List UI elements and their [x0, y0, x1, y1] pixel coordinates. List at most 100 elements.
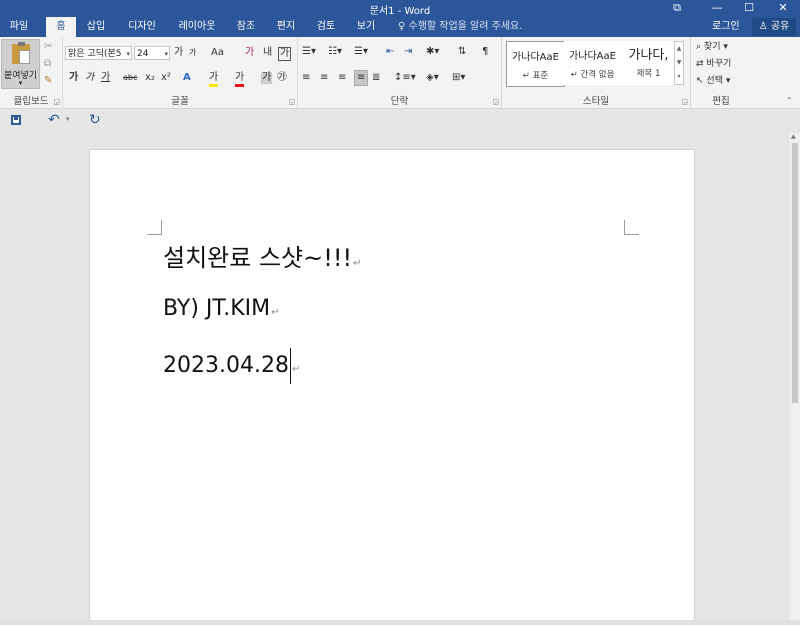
share-button[interactable]: ♙ 공유 [752, 18, 796, 36]
sign-in-link[interactable]: 로그인 [712, 17, 740, 37]
bullets-icon[interactable]: ☰▾ [302, 46, 316, 58]
styles-scroll[interactable]: ▲ ▼ ▾ [674, 41, 684, 85]
find-button[interactable]: ⌕ 찾기 ▾ [696, 41, 728, 53]
collapse-ribbon-icon[interactable]: ⌃ [786, 96, 793, 105]
document-line-2[interactable]: BY) JT.KIM↵ [163, 296, 280, 321]
align-right-icon[interactable]: ≡ [338, 72, 346, 84]
line-spacing-icon[interactable]: ↕≡▾ [394, 72, 416, 84]
font-size-value: 24 [137, 49, 149, 59]
tab-insert[interactable]: 삽입 [80, 17, 112, 37]
enclose-characters-icon[interactable]: ㉮ [277, 72, 287, 84]
style-name: ↵ 표준 [522, 71, 549, 81]
paragraph-mark: ↵ [353, 258, 362, 269]
tab-layout[interactable]: 레이아웃 [170, 17, 224, 37]
align-center-icon[interactable]: ≡ [320, 72, 328, 84]
editing-label: 편집 [712, 96, 730, 107]
replace-icon: ⇄ [696, 59, 704, 69]
dialog-launcher-icon[interactable]: ◲ [681, 98, 688, 106]
dialog-launcher-icon[interactable]: ◲ [492, 98, 499, 106]
style-heading-1[interactable]: 가나다, 제목 1 [620, 41, 677, 85]
style-name: ↵ 간격 없음 [570, 70, 615, 80]
tab-view[interactable]: 보기 [350, 17, 382, 37]
margin-corner-top-left [147, 220, 162, 235]
title-bar: 문서1 - Word ⧉ — ☐ ✕ [0, 0, 800, 17]
tab-review[interactable]: 검토 [310, 17, 342, 37]
format-painter-icon[interactable]: ✎ [44, 75, 52, 87]
clear-formatting-icon[interactable]: 가 [245, 47, 254, 59]
multilevel-list-icon[interactable]: ☰▾ [354, 46, 368, 58]
borders-icon[interactable]: ⊞▾ [452, 72, 465, 84]
show-marks-icon[interactable]: ¶ [482, 46, 488, 58]
select-button[interactable]: ↖ 선택 ▾ [696, 75, 730, 87]
cursor-icon: ↖ [696, 76, 704, 86]
tab-file[interactable]: 파일 [2, 17, 36, 37]
strikethrough-icon[interactable]: abc [123, 72, 137, 84]
text-effects-icon[interactable]: A [183, 72, 191, 84]
ribbon-tabs: 파일 홈 삽입 디자인 레이아웃 참조 편지 검토 보기 ♀ 수행할 작업을 알… [0, 17, 800, 38]
style-no-spacing[interactable]: 가나다AaE ↵ 간격 없음 [564, 41, 621, 85]
subscript-icon[interactable]: x₂ [145, 72, 155, 84]
tell-me-search[interactable]: ♀ 수행할 작업을 알려 주세요. [398, 17, 522, 37]
font-color-icon[interactable]: 가 [235, 72, 245, 87]
replace-button[interactable]: ⇄ 바꾸기 [696, 58, 731, 70]
minimize-button[interactable]: — [702, 0, 732, 17]
tab-references[interactable]: 참조 [230, 17, 262, 37]
chevron-down-icon: ▾ [164, 50, 168, 58]
shading-icon[interactable]: ◈▾ [426, 72, 439, 84]
copy-icon[interactable]: ⧉ [44, 58, 51, 70]
paragraph-group: ☰▾ ☷▾ ☰▾ ⇤ ⇥ ✱▾ ⇅ ¶ ≡ ≡ ≡ ≡ ≣ ↕≡▾ ◈▾ ⊞▾ … [298, 37, 502, 108]
document-line-1[interactable]: 설치완료 스샷~!!!↵ [163, 238, 361, 273]
justify-icon[interactable]: ≡ [354, 70, 369, 86]
maximize-button[interactable]: ☐ [734, 0, 764, 17]
dialog-launcher-icon[interactable]: ◲ [53, 98, 60, 106]
distributed-icon[interactable]: ≣ [372, 72, 380, 84]
tab-design[interactable]: 디자인 [118, 17, 166, 37]
font-size-box[interactable]: 24 ▾ [134, 46, 170, 60]
asian-layout-icon[interactable]: ✱▾ [426, 46, 439, 58]
scrollbar-thumb[interactable] [792, 143, 798, 403]
grow-font-icon[interactable]: 가 [174, 47, 183, 59]
undo-icon[interactable]: ↶ [48, 112, 60, 128]
paragraph-mark: ↵ [291, 364, 301, 375]
tab-home[interactable]: 홈 [46, 17, 76, 38]
character-border-icon[interactable]: 가 [278, 47, 292, 61]
tab-mailings[interactable]: 편지 [270, 17, 302, 37]
style-normal[interactable]: 가나다AaE ↵ 표준 [506, 41, 565, 87]
italic-icon[interactable]: 가 [85, 72, 94, 84]
select-label: 선택 [706, 76, 723, 86]
undo-dropdown-icon[interactable]: ▾ [66, 115, 70, 123]
document-line-3[interactable]: 2023.04.28 ↵ [163, 346, 300, 390]
dialog-launcher-icon[interactable]: ◲ [288, 98, 295, 106]
styles-label: 스타일 [582, 96, 610, 107]
ribbon-display-options-button[interactable]: ⧉ [662, 0, 692, 17]
save-icon[interactable] [11, 115, 21, 125]
phonetic-guide-icon[interactable]: 내 [263, 47, 272, 59]
increase-indent-icon[interactable]: ⇥ [404, 46, 412, 58]
underline-icon[interactable]: 가 [101, 72, 110, 84]
shrink-font-icon[interactable]: 가 [189, 47, 196, 59]
superscript-icon[interactable]: x² [161, 72, 171, 84]
editing-group: ⌕ 찾기 ▾ ⇄ 바꾸기 ↖ 선택 ▾ 편집 [691, 37, 751, 108]
margin-corner-top-right [624, 220, 639, 235]
vertical-scrollbar[interactable]: ▲ [790, 133, 800, 625]
line-text: BY) JT.KIM [163, 296, 271, 321]
bold-icon[interactable]: 가 [69, 72, 78, 84]
align-left-icon[interactable]: ≡ [302, 72, 310, 84]
highlight-color-icon[interactable]: 가 [209, 72, 219, 87]
paste-button[interactable]: 붙여넣기 ▾ [1, 39, 40, 89]
cut-icon[interactable]: ✂ [44, 41, 52, 53]
change-case-icon[interactable]: Aa [211, 47, 224, 59]
numbering-icon[interactable]: ☷▾ [328, 46, 342, 58]
styles-group: 가나다AaE ↵ 표준 가나다AaE ↵ 간격 없음 가나다, 제목 1 ▲ ▼ ▾… [502, 37, 691, 108]
sort-icon[interactable]: ⇅ [458, 46, 466, 58]
decrease-indent-icon[interactable]: ⇤ [386, 46, 394, 58]
document-page[interactable]: 설치완료 스샷~!!!↵ BY) JT.KIM↵ 2023.04.28 ↵ [89, 149, 695, 625]
character-shading-icon[interactable]: 가 [261, 72, 273, 84]
status-bar [0, 620, 800, 625]
scroll-up-icon[interactable]: ▲ [791, 133, 796, 140]
line-text: 설치완료 스샷~!!! [163, 244, 353, 272]
redo-icon[interactable]: ↻ [89, 112, 101, 128]
document-canvas: 설치완료 스샷~!!!↵ BY) JT.KIM↵ 2023.04.28 ↵ [0, 133, 790, 625]
font-name-box[interactable]: 맑은 고딕(본5 ▾ [65, 46, 132, 60]
close-button[interactable]: ✕ [768, 0, 798, 17]
